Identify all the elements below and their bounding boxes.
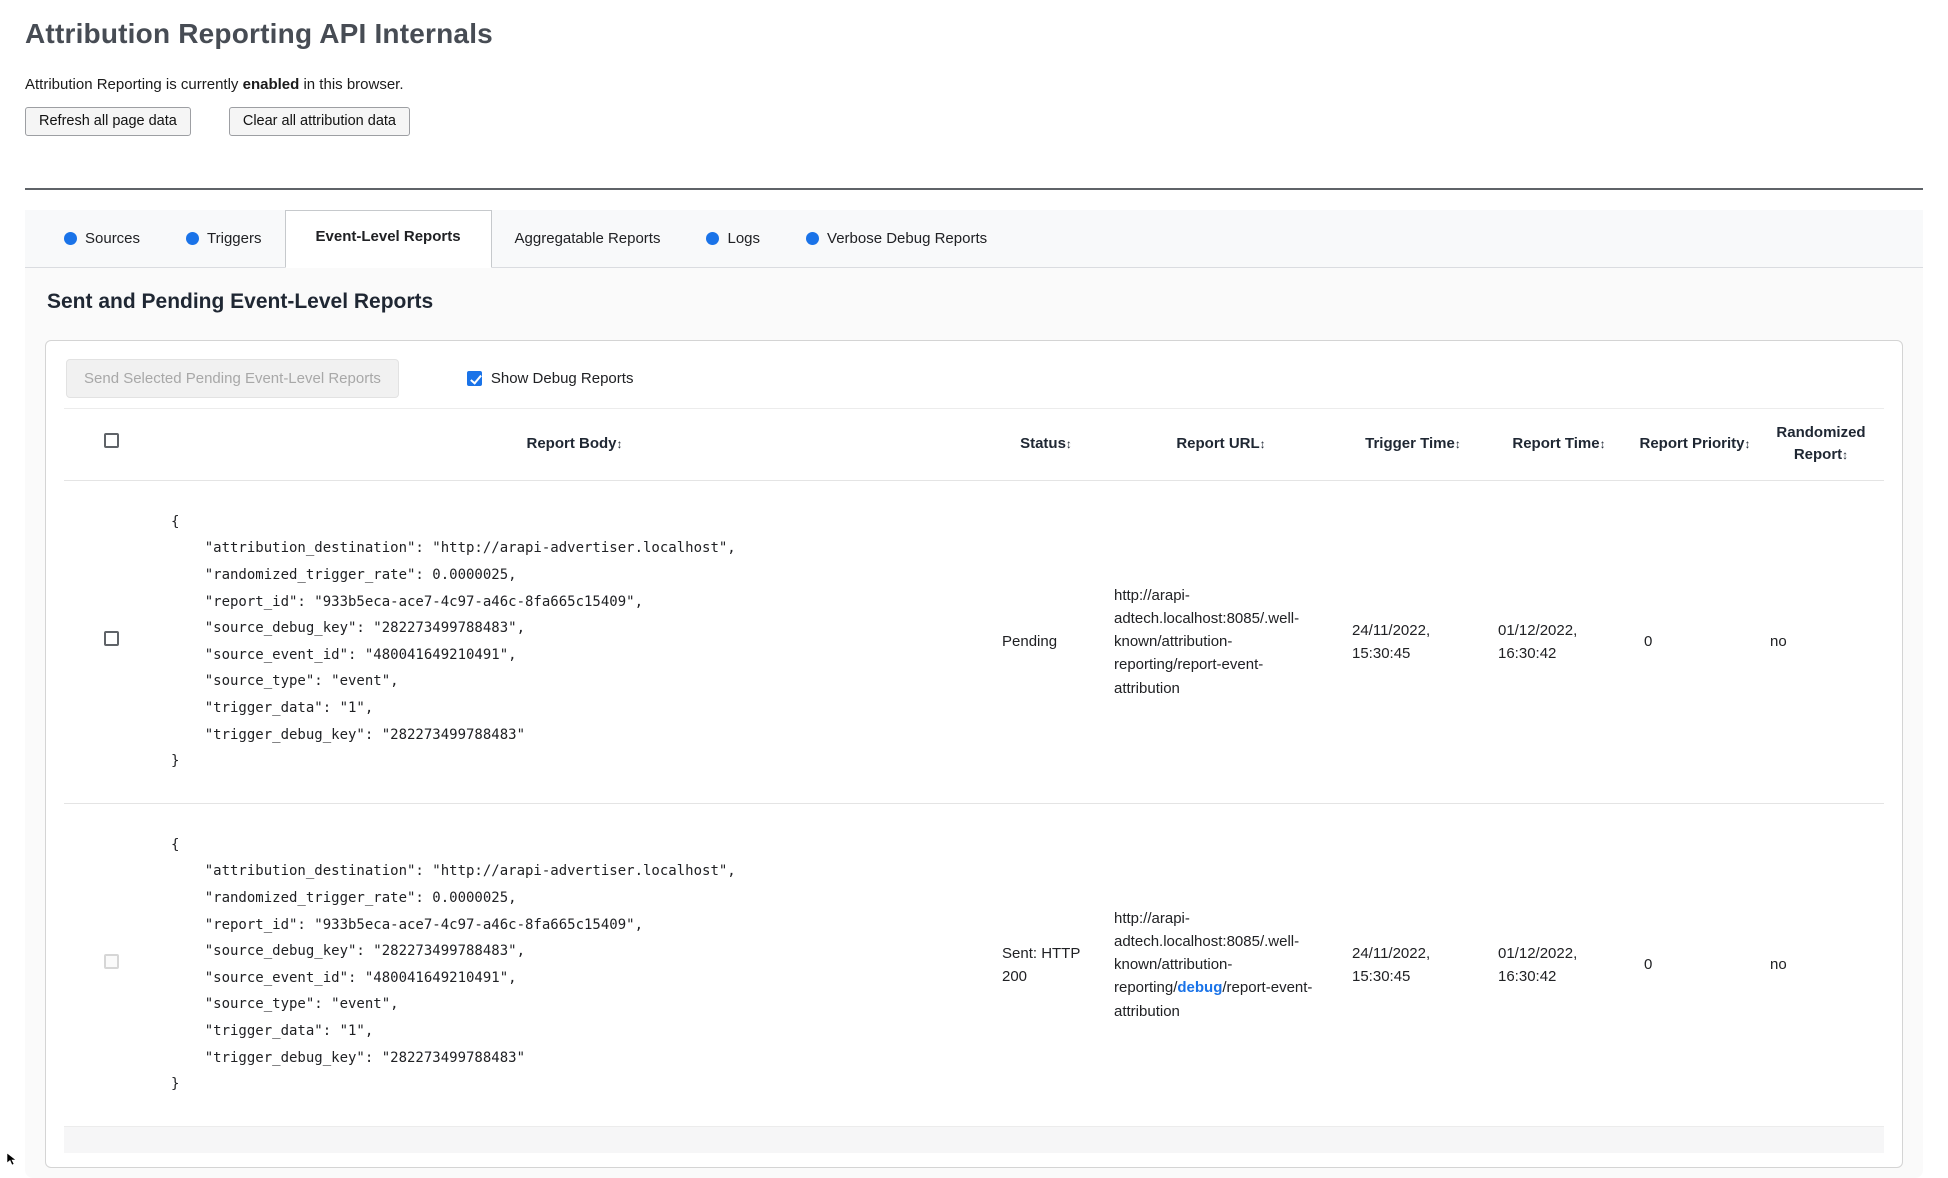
tab-label: Logs <box>727 229 761 247</box>
randomized-report-text: no <box>1770 956 1787 974</box>
column-header-trigger-time[interactable]: Trigger Time↕ <box>1340 408 1486 481</box>
tab-sources[interactable]: Sources <box>41 210 163 267</box>
column-label: Report Priority <box>1639 435 1745 453</box>
tab-triggers[interactable]: Triggers <box>163 210 284 267</box>
report-body-json: { "attribution_destination": "http://ara… <box>171 836 736 1093</box>
report-url-debug-segment: debug <box>1177 979 1223 997</box>
column-header-status[interactable]: Status↕ <box>990 408 1102 481</box>
clear-all-button[interactable]: Clear all attribution data <box>228 107 410 136</box>
report-row-pending: { "attribution_destination": "http://ara… <box>64 480 1884 803</box>
sort-icon: ↕ <box>1842 448 1849 463</box>
event-level-reports-table: Report Body↕ Status↕ Report URL↕ Trigger… <box>64 407 1884 1154</box>
row-select-checkbox[interactable] <box>104 631 119 647</box>
status-prefix: Attribution Reporting is currently <box>25 76 243 93</box>
sort-icon: ↕ <box>1744 437 1751 452</box>
column-label: Report Body <box>526 435 617 453</box>
tab-label: Sources <box>85 229 141 247</box>
randomized-report-cell: no <box>1758 802 1884 1127</box>
tab-label: Aggregatable Reports <box>514 229 661 247</box>
reports-toolbar: Send Selected Pending Event-Level Report… <box>66 358 1884 398</box>
tab-logs[interactable]: Logs <box>683 210 783 267</box>
report-time-cell: 01/12/2022, 16:30:42 <box>1486 802 1632 1127</box>
tab-label: Triggers <box>207 229 262 247</box>
trigger-time-cell: 24/11/2022, 15:30:45 <box>1340 802 1486 1127</box>
column-label: Trigger Time <box>1365 435 1455 453</box>
status-dot-icon <box>64 231 77 245</box>
tab-aggregatable-reports[interactable]: Aggregatable Reports <box>492 210 684 267</box>
row-select-cell <box>64 802 159 1127</box>
column-header-report-body[interactable]: Report Body↕ <box>159 408 990 481</box>
row-select-cell <box>64 480 159 803</box>
report-time-text: 01/12/2022, 16:30:42 <box>1498 621 1578 662</box>
column-header-report-url[interactable]: Report URL↕ <box>1102 408 1340 481</box>
select-all-checkbox[interactable] <box>104 433 119 449</box>
tab-label: Verbose Debug Reports <box>827 229 988 247</box>
randomized-report-text: no <box>1770 633 1787 651</box>
report-row-sent-debug: { "attribution_destination": "http://ara… <box>64 802 1884 1127</box>
report-time-cell: 01/12/2022, 16:30:42 <box>1486 480 1632 803</box>
table-header-row: Report Body↕ Status↕ Report URL↕ Trigger… <box>64 408 1884 481</box>
report-priority-text: 0 <box>1644 956 1653 974</box>
trigger-time-cell: 24/11/2022, 15:30:45 <box>1340 480 1486 803</box>
tab-bar: Sources Triggers Event-Level Reports Agg… <box>25 209 1923 268</box>
api-status-line: Attribution Reporting is currently enabl… <box>25 76 1923 93</box>
report-priority-cell: 0 <box>1632 480 1758 803</box>
attribution-internals-page: Attribution Reporting API Internals Attr… <box>0 0 1948 1178</box>
section-heading: Sent and Pending Event-Level Reports <box>47 289 434 313</box>
event-level-reports-panel: Sent and Pending Event-Level Reports Sen… <box>25 267 1923 1178</box>
status-enabled-text: enabled <box>242 76 300 93</box>
column-header-report-priority[interactable]: Report Priority↕ <box>1632 408 1758 481</box>
report-body-cell: { "attribution_destination": "http://ara… <box>159 480 990 803</box>
report-url-cell: http://arapi-adtech.localhost:8085/.well… <box>1102 480 1340 803</box>
report-time-text: 01/12/2022, 16:30:42 <box>1498 944 1578 985</box>
sort-icon: ↕ <box>1065 437 1072 452</box>
column-label: Randomized Report <box>1776 423 1866 464</box>
show-debug-reports-label: Show Debug Reports <box>490 369 634 387</box>
trigger-time-text: 24/11/2022, 15:30:45 <box>1352 621 1431 662</box>
tab-label: Event-Level Reports <box>315 227 461 245</box>
page-title: Attribution Reporting API Internals <box>25 18 493 49</box>
reports-content-box: Send Selected Pending Event-Level Report… <box>45 339 1903 1169</box>
table-footer-row <box>64 1125 1884 1154</box>
checkbox-checked-icon <box>466 370 482 386</box>
column-header-report-time[interactable]: Report Time↕ <box>1486 408 1632 481</box>
report-priority-cell: 0 <box>1632 802 1758 1127</box>
sort-icon: ↕ <box>1599 437 1606 452</box>
tab-verbose-debug-reports[interactable]: Verbose Debug Reports <box>783 210 1010 267</box>
select-all-header-cell <box>64 408 159 481</box>
page-actions: Refresh all page data Clear all attribut… <box>25 107 1923 136</box>
send-selected-pending-button[interactable]: Send Selected Pending Event-Level Report… <box>66 358 399 398</box>
status-text: Pending <box>1002 633 1058 651</box>
column-label: Report URL <box>1176 435 1260 453</box>
report-url-text: http://arapi-adtech.localhost:8085/.well… <box>1114 586 1300 697</box>
randomized-report-cell: no <box>1758 480 1884 803</box>
report-body-json: { "attribution_destination": "http://ara… <box>171 513 736 770</box>
report-priority-text: 0 <box>1644 633 1653 651</box>
column-label: Status <box>1020 435 1066 453</box>
mouse-cursor-icon <box>6 1152 17 1166</box>
table-footer <box>64 1125 1884 1154</box>
status-dot-icon <box>186 231 200 245</box>
row-select-checkbox-disabled[interactable] <box>104 954 119 970</box>
divider <box>25 187 1923 190</box>
status-cell: Pending <box>990 480 1102 803</box>
trigger-time-text: 24/11/2022, 15:30:45 <box>1352 944 1431 985</box>
refresh-all-button[interactable]: Refresh all page data <box>25 107 191 136</box>
status-suffix: in this browser. <box>299 76 404 93</box>
column-label: Report Time <box>1512 435 1600 453</box>
tab-event-level-reports[interactable]: Event-Level Reports <box>284 209 492 268</box>
report-url-cell: http://arapi-adtech.localhost:8085/.well… <box>1102 802 1340 1127</box>
sort-icon: ↕ <box>1259 437 1266 452</box>
status-cell: Sent: HTTP 200 <box>990 802 1102 1127</box>
show-debug-reports-checkbox[interactable]: Show Debug Reports <box>466 369 634 387</box>
sort-icon: ↕ <box>616 437 623 452</box>
sort-icon: ↕ <box>1454 437 1461 452</box>
status-text: Sent: HTTP 200 <box>1002 944 1081 985</box>
status-dot-icon <box>706 231 720 245</box>
report-body-cell: { "attribution_destination": "http://ara… <box>159 802 990 1127</box>
status-dot-icon <box>806 231 820 245</box>
column-header-randomized-report[interactable]: Randomized Report↕ <box>1758 408 1884 481</box>
